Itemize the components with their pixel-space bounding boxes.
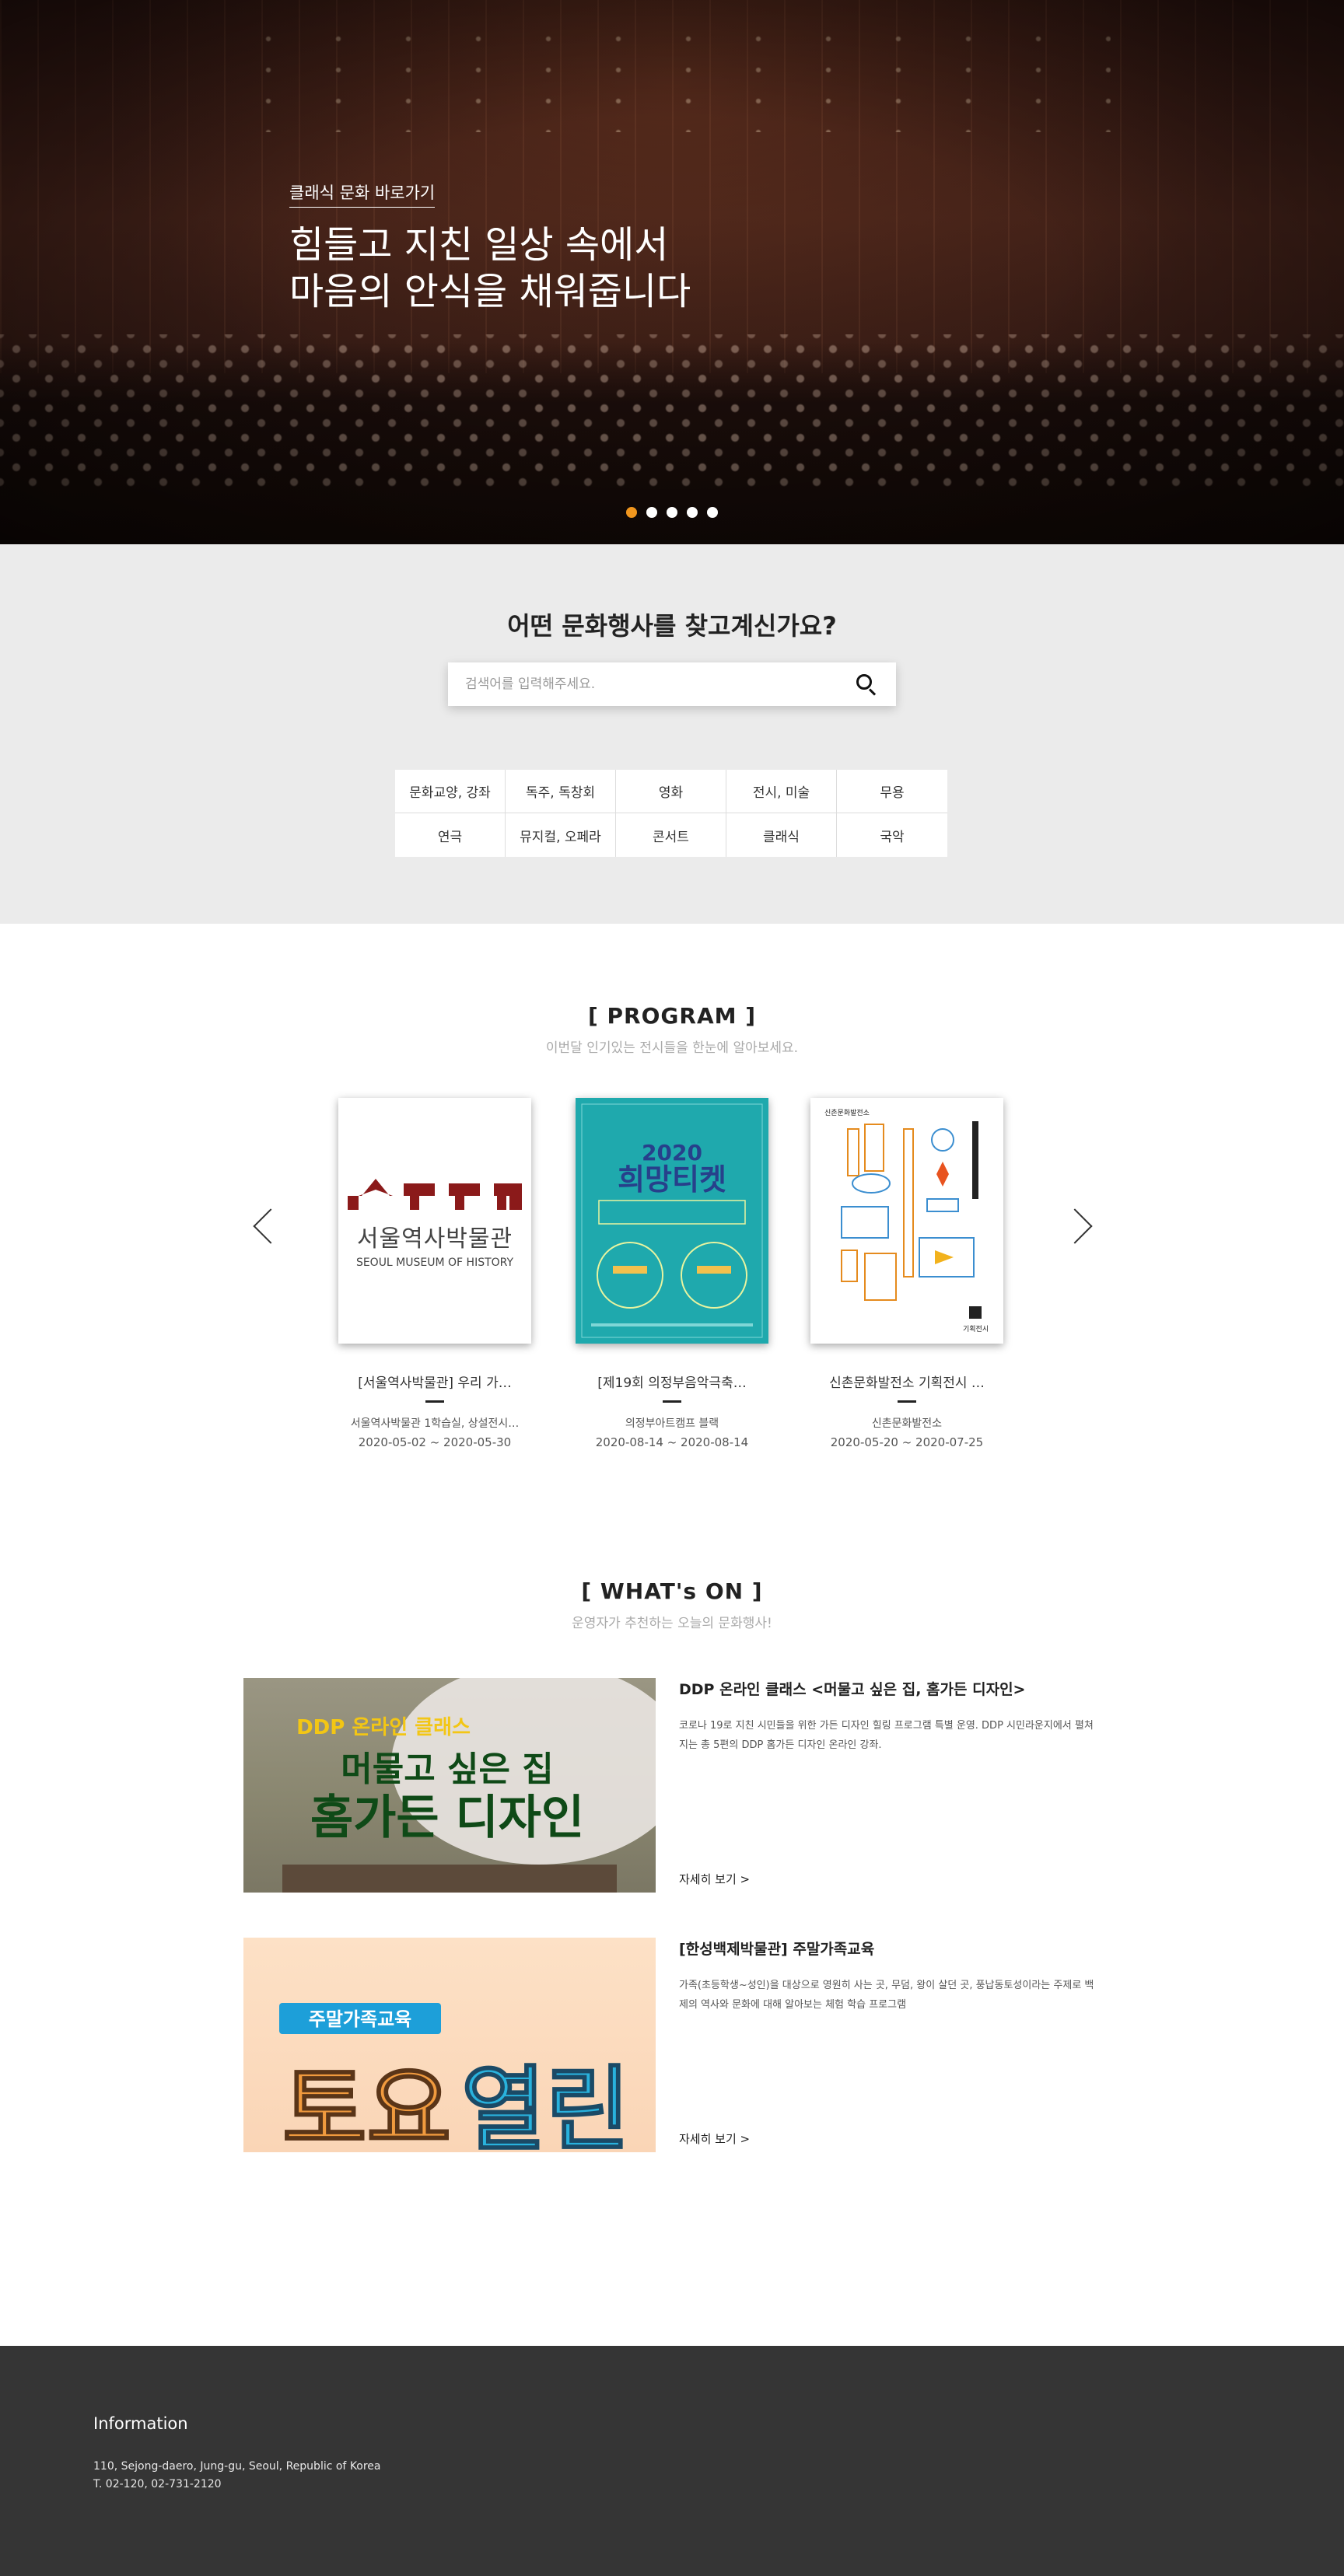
- card-date: 2020-08-14 ~ 2020-08-14: [595, 1435, 749, 1449]
- card-place: 서울역사박물관 1학습실, 상설전시…: [350, 1417, 520, 1430]
- event-item: 주말가족교육 토요 열린 [한성백제박물관] 주말가족교육 가족(초등학생~성인…: [0, 1938, 1344, 2152]
- footer-address: 110, Sejong-daero, Jung-gu, Seoul, Repub…: [93, 2458, 381, 2494]
- event-image-ddp[interactable]: DDP 온라인 클래스 머물고 싶은 집 홈가든 디자인: [243, 1678, 656, 1893]
- program-title: [ PROGRAM ]: [587, 1003, 757, 1029]
- card-title: [제19회 의정부음악극축…: [597, 1375, 747, 1391]
- whatson-title: [ WHAT's ON ]: [581, 1578, 763, 1604]
- card-place: 의정부아트캠프 블랙: [625, 1417, 719, 1430]
- museum-logo-icon: [348, 1179, 522, 1210]
- image-badge: 주말가족교육: [309, 2008, 411, 2030]
- category-grid: 문화교양, 강좌 독주, 독창회 영화 전시, 미술 무용 연극 뮤지컬, 오페…: [395, 770, 947, 857]
- search-button[interactable]: [854, 672, 879, 697]
- search-icon: [856, 674, 872, 690]
- poster-subtitle: SEOUL MUSEUM OF HISTORY: [355, 1257, 514, 1269]
- card-title: [서울역사박물관] 우리 가…: [358, 1375, 512, 1391]
- category-exhibition[interactable]: 전시, 미술: [726, 770, 837, 813]
- footer-title: Information: [93, 2414, 188, 2433]
- slider-dot-1[interactable]: [626, 507, 637, 518]
- event-title[interactable]: [한성백제박물관] 주말가족교육: [679, 1938, 1099, 1959]
- program-card[interactable]: 2020 희망티켓 [제19회 의정부음악극축… 의정부아트캠프 블랙 2020…: [555, 1098, 789, 1449]
- slider-dot-3[interactable]: [667, 507, 677, 518]
- image-title-b: 열린: [461, 2056, 630, 2152]
- search-box: [448, 662, 896, 706]
- poster-footer: 기획전시: [963, 1324, 989, 1333]
- event-more-link[interactable]: 자세히 보기 >: [679, 2130, 750, 2147]
- program-card[interactable]: 신촌문화발전소 기획전시 신촌문화발전소 기획전시 … 신촌문화발전소 2020…: [790, 1098, 1024, 1449]
- whatson-section: [ WHAT's ON ] 운영자가 추천하는 오늘의 문화행사! DDP 온라…: [0, 1578, 1344, 2197]
- image-caption-3: 홈가든 디자인: [310, 1791, 584, 1845]
- event-image-hanseong[interactable]: 주말가족교육 토요 열린: [243, 1938, 656, 2152]
- event-description: 가족(초등학생~성인)을 대상으로 영원히 사는 곳, 무덤, 왕이 살던 곳,…: [679, 1980, 1094, 2011]
- category-recital[interactable]: 독주, 독창회: [506, 770, 616, 813]
- image-title-a: 토요: [282, 2056, 451, 2152]
- category-movie[interactable]: 영화: [616, 770, 726, 813]
- hero-title-line-1: 힘들고 지친 일상 속에서: [289, 223, 669, 267]
- hero-text: 클래식 문화 바로가기 힘들고 지친 일상 속에서 마음의 안식을 채워줍니다: [289, 180, 691, 315]
- event-description: 코로나 19로 지친 시민들을 위한 가든 디자인 힐링 프로그램 특별 운영.…: [679, 1720, 1094, 1751]
- footer-phone: T. 02-120, 02-731-2120: [93, 2478, 222, 2490]
- category-gugak[interactable]: 국악: [837, 813, 947, 857]
- footer-address-line: 110, Sejong-daero, Jung-gu, Seoul, Repub…: [93, 2460, 381, 2473]
- category-musical[interactable]: 뮤지컬, 오페라: [506, 813, 616, 857]
- category-theater[interactable]: 연극: [395, 813, 506, 857]
- hero-title: 힘들고 지친 일상 속에서 마음의 안식을 채워줍니다: [289, 222, 691, 315]
- hero-kicker-link[interactable]: 클래식 문화 바로가기: [289, 180, 436, 208]
- program-carousel: 서울역사박물관 SEOUL MUSEUM OF HISTORY [서울역사박물관…: [0, 1098, 1344, 1471]
- program-poster-sinchon: 신촌문화발전소 기획전시: [810, 1098, 1003, 1344]
- carousel-next-arrow-icon[interactable]: [1070, 1207, 1094, 1246]
- carousel-prev-arrow-icon[interactable]: [250, 1207, 274, 1246]
- program-section: [ PROGRAM ] 이번달 인기있는 전시들을 한눈에 알아보세요. 서울역…: [0, 1003, 1344, 1471]
- category-dance[interactable]: 무용: [837, 770, 947, 813]
- event-list: DDP 온라인 클래스 머물고 싶은 집 홈가든 디자인 DDP 온라인 클래스…: [0, 1678, 1344, 2152]
- card-date: 2020-05-20 ~ 2020-07-25: [830, 1435, 984, 1449]
- poster-header: 신촌문화발전소: [824, 1109, 870, 1117]
- category-lecture[interactable]: 문화교양, 강좌: [395, 770, 506, 813]
- program-poster-hope-ticket: 2020 희망티켓: [576, 1098, 768, 1344]
- program-poster-museum: 서울역사박물관 SEOUL MUSEUM OF HISTORY: [338, 1098, 531, 1344]
- poster-title: 희망티켓: [618, 1162, 726, 1197]
- hero-banner: 클래식 문화 바로가기 힘들고 지친 일상 속에서 마음의 안식을 채워줍니다: [0, 0, 1344, 544]
- search-section: 어떤 문화행사를 찾고계신가요? 문화교양, 강좌 독주, 독창회 영화 전시,…: [0, 544, 1344, 924]
- slider-pagination: [0, 507, 1344, 518]
- program-subtitle: 이번달 인기있는 전시들을 한눈에 알아보세요.: [545, 1040, 799, 1056]
- event-item: DDP 온라인 클래스 머물고 싶은 집 홈가든 디자인 DDP 온라인 클래스…: [0, 1678, 1344, 1893]
- footer: Information 110, Sejong-daero, Jung-gu, …: [0, 2346, 1344, 2576]
- search-heading: 어떤 문화행사를 찾고계신가요?: [507, 611, 837, 641]
- poster-title: 서울역사박물관: [356, 1225, 513, 1253]
- slider-dot-2[interactable]: [646, 507, 657, 518]
- whatson-subtitle: 운영자가 추천하는 오늘의 문화행사!: [572, 1616, 772, 1631]
- image-caption-1: DDP 온라인 클래스: [296, 1716, 471, 1739]
- category-classic[interactable]: 클래식: [726, 813, 837, 857]
- event-more-link[interactable]: 자세히 보기 >: [679, 1871, 750, 1887]
- search-input[interactable]: [465, 676, 854, 692]
- card-place: 신촌문화발전소: [871, 1417, 943, 1430]
- program-card[interactable]: 서울역사박물관 SEOUL MUSEUM OF HISTORY [서울역사박물관…: [318, 1098, 551, 1449]
- slider-dot-4[interactable]: [687, 507, 698, 518]
- card-date: 2020-05-02 ~ 2020-05-30: [358, 1435, 512, 1449]
- category-concert[interactable]: 콘서트: [616, 813, 726, 857]
- card-title: 신촌문화발전소 기획전시 …: [829, 1375, 985, 1391]
- image-caption-2: 머물고 싶은 집: [341, 1749, 554, 1789]
- hero-title-line-2: 마음의 안식을 채워줍니다: [289, 270, 691, 313]
- slider-dot-5[interactable]: [707, 507, 718, 518]
- event-title[interactable]: DDP 온라인 클래스 <머물고 싶은 집, 홈가든 디자인>: [679, 1678, 1099, 1699]
